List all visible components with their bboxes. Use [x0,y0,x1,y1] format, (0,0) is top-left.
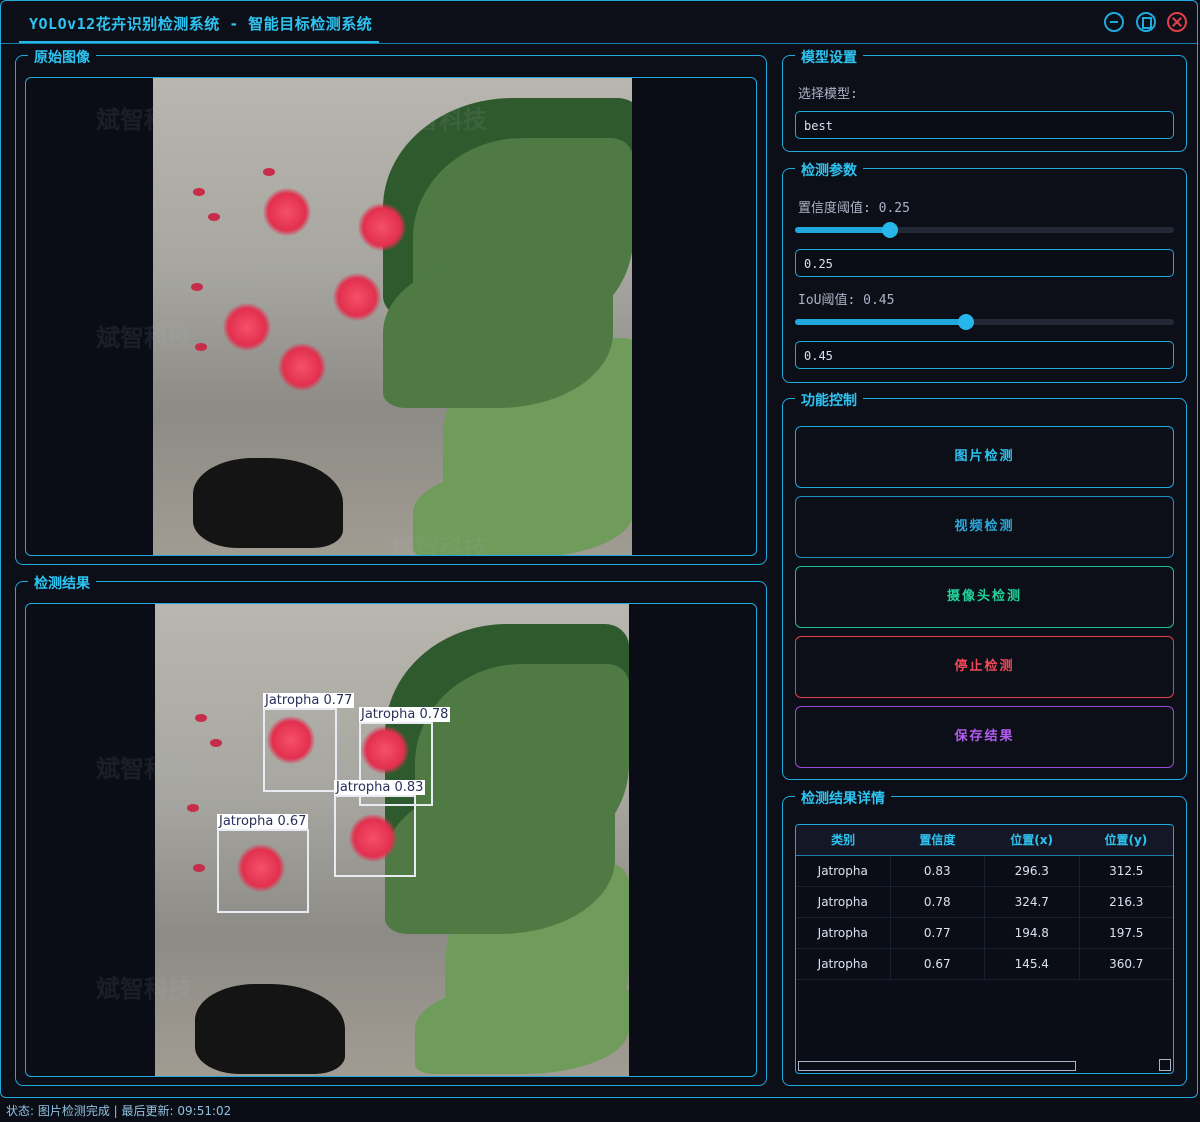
table-cell: 0.77 [891,918,985,948]
watermark: 斌智科技 [391,534,487,556]
table-cell: Jatropha [796,949,891,979]
table-cell: Jatropha [796,918,891,948]
scroll-corner [1159,1059,1171,1071]
flower-shape [263,188,311,236]
table-cell: 194.8 [985,918,1080,948]
table-cell: 216.3 [1109,895,1144,909]
detection-params-title: 检测参数 [795,160,863,180]
leaf-shape [383,258,613,408]
table-cell: 312.5 [1109,864,1144,878]
column-header[interactable]: 类别 [796,825,890,855]
minimize-icon[interactable] [1104,12,1124,32]
detection-label: Jatropha 0.67 [217,814,309,829]
table-row[interactable]: Jatropha 0.78 324.7 216.3 [796,887,1173,918]
table-cell: 296.3 [985,856,1080,886]
table-cell: Jatropha [796,887,891,917]
camera-detect-button[interactable]: 摄像头检测 [795,566,1174,628]
function-controls-title: 功能控制 [795,390,863,410]
bud-shape [191,283,203,291]
column-header[interactable]: 位置(y) [1079,825,1173,855]
bud-shape [195,343,207,351]
detection-label: Jatropha 0.83 [334,780,426,795]
bud-shape [193,864,205,872]
detection-result-frame: Jatropha 0.77 Jatropha 0.78 Jatropha 0.8… [25,603,757,1077]
iou-label: IoU阈值: 0.45 [798,293,895,308]
watermark: 斌智科技 [96,106,192,134]
original-image [153,78,632,555]
table-cell: 360.7 [1109,957,1144,971]
table-cell: 324.7 [985,887,1080,917]
detection-details-title: 检测结果详情 [795,788,891,808]
table-row[interactable]: Jatropha 0.77 194.8 197.5 [796,918,1173,949]
watermark: 斌智科技 [96,755,192,783]
table-cell: Jatropha [796,856,891,886]
stop-detect-button[interactable]: 停止检测 [795,636,1174,698]
leaf-shape [385,784,615,934]
confidence-slider-handle[interactable] [881,222,898,238]
title-bar: YOLOv12花卉识别检测系统 - 智能目标检测系统 [1,1,1197,44]
close-icon[interactable] [1167,12,1187,32]
title-underline [19,41,379,43]
confidence-slider-fill [795,227,890,233]
table-header: 类别 置信度 位置(x) 位置(y) [796,825,1173,856]
model-select-label: 选择模型: [798,87,858,102]
watermark: 斌智科技 [96,324,192,352]
detection-box: Jatropha 0.67 [217,814,309,913]
confidence-input[interactable]: 0.25 [795,249,1174,277]
column-header[interactable]: 置信度 [890,825,984,855]
table-row[interactable]: Jatropha 0.67 145.4 360.7 [796,949,1173,980]
bud-shape [208,213,220,221]
watermark: 斌智科技 [391,106,487,134]
watermark: 斌智科技 [96,975,192,1003]
flower-shape [333,273,381,321]
confidence-label: 置信度阈值: 0.25 [798,201,910,216]
detection-box: Jatropha 0.83 [334,780,426,877]
iou-slider[interactable] [795,314,1174,330]
original-image-title: 原始图像 [28,47,96,67]
detection-result-panel: 检测结果 Jatropha 0.77 Jatropha 0.78 Jatroph… [15,573,767,1086]
image-detect-button[interactable]: 图片检测 [795,426,1174,488]
model-select[interactable]: best [795,111,1174,139]
detection-box: Jatropha 0.77 [263,693,355,792]
detection-label: Jatropha 0.77 [263,693,355,708]
window-title: YOLOv12花卉识别检测系统 - 智能目标检测系统 [29,15,373,33]
horizontal-scrollbar[interactable] [798,1061,1076,1071]
iou-slider-handle[interactable] [957,314,974,330]
maximize-icon[interactable] [1136,12,1156,32]
table-cell: 0.78 [891,887,985,917]
shoe-shape [193,458,343,548]
detection-label: Jatropha 0.78 [359,707,451,722]
table-row[interactable]: Jatropha 0.83 296.3 312.5 [796,856,1173,887]
iou-input[interactable]: 0.45 [795,341,1174,369]
video-detect-button[interactable]: 视频检测 [795,496,1174,558]
bud-shape [263,168,275,176]
bud-shape [195,714,207,722]
main-window: YOLOv12花卉识别检测系统 - 智能目标检测系统 原始图像 斌智科技 斌智科… [0,0,1198,1098]
shoe-shape [195,984,345,1074]
table-cell: 197.5 [1109,926,1144,940]
save-result-button[interactable]: 保存结果 [795,706,1174,768]
iou-slider-fill [795,319,966,325]
result-image: Jatropha 0.77 Jatropha 0.78 Jatropha 0.8… [155,604,629,1076]
status-bar: 状态: 图片检测完成 | 最后更新: 09:51:02 [0,1100,1200,1122]
original-image-frame: 斌智科技 斌智科技 斌智科技 斌智科技 [25,77,757,556]
table-cell: 0.83 [891,856,985,886]
detection-result-title: 检测结果 [28,573,96,593]
confidence-slider[interactable] [795,222,1174,238]
bud-shape [193,188,205,196]
detection-details-table[interactable]: 类别 置信度 位置(x) 位置(y) Jatropha 0.83 296.3 3… [795,824,1174,1074]
bud-shape [187,804,199,812]
flower-shape [223,303,271,351]
leaf-shape [415,984,629,1074]
table-cell: 0.67 [891,949,985,979]
column-header[interactable]: 位置(x) [985,825,1079,855]
bud-shape [210,739,222,747]
model-settings-title: 模型设置 [795,47,863,67]
original-image-panel: 原始图像 斌智科技 斌智科技 斌智科技 斌智科技 [15,47,767,565]
flower-shape [278,343,326,391]
flower-shape [358,203,406,251]
table-cell: 145.4 [985,949,1080,979]
